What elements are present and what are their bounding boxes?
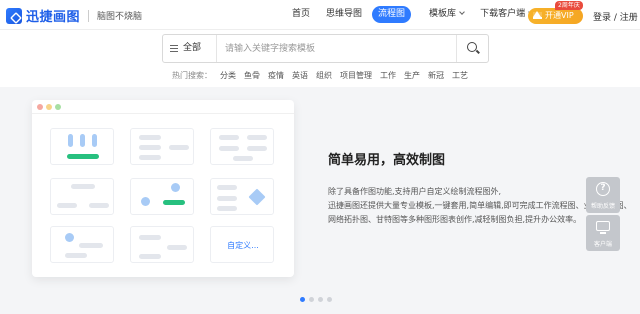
carousel-dot[interactable] — [309, 297, 314, 302]
help-feedback-button[interactable]: ? 帮助反馈 — [586, 177, 620, 213]
search-scope-select[interactable]: 全部 — [163, 35, 217, 62]
template-illustration: 自定义... — [32, 100, 294, 277]
search-box: 全部 — [162, 34, 489, 63]
nav-templates-label: 模板库 — [429, 9, 457, 19]
crown-icon — [533, 11, 542, 19]
brand-name: 迅捷画图 — [26, 10, 81, 25]
monitor-icon — [596, 221, 610, 234]
carousel-dot[interactable] — [327, 297, 332, 302]
nav-mindmap-label: 思维导图 — [326, 9, 363, 19]
brand-slogan: 脑图不烧脑 — [97, 12, 143, 22]
template-thumbnail — [50, 128, 114, 165]
carousel-pagination — [300, 297, 336, 302]
menu-icon — [170, 45, 178, 46]
hot-tag[interactable]: 组织 — [316, 70, 332, 81]
feature-description-line: 除了具备作图功能,支持用户自定义绘制流程图外, — [328, 187, 502, 196]
nav-home[interactable]: 首页 — [286, 6, 316, 23]
window-dot — [46, 104, 52, 110]
hot-tag[interactable]: 项目管理 — [340, 70, 372, 81]
hot-tag[interactable]: 新冠 — [428, 70, 444, 81]
hot-tag[interactable]: 生产 — [404, 70, 420, 81]
custom-template-tile: 自定义... — [210, 226, 274, 263]
nav-download-label: 下载客户端 — [480, 9, 526, 19]
template-thumbnail — [50, 178, 114, 215]
carousel-dot[interactable] — [318, 297, 323, 302]
template-thumbnail — [130, 128, 194, 165]
hot-tag[interactable]: 英语 — [292, 70, 308, 81]
search-section: 全部 热门搜索： 分类 鱼骨 疫情 英语 组织 项目管理 工作 生产 新冠 工艺 — [0, 30, 640, 87]
chevron-down-icon — [459, 9, 465, 15]
hot-tag[interactable]: 疫情 — [268, 70, 284, 81]
search-icon — [467, 42, 477, 52]
hot-searches: 热门搜索： 分类 鱼骨 疫情 英语 组织 项目管理 工作 生产 新冠 工艺 — [172, 70, 476, 81]
brand-logo[interactable]: 迅捷画图 脑图不烧脑 — [6, 6, 142, 25]
carousel-dot[interactable] — [300, 297, 305, 302]
search-scope-label: 全部 — [183, 43, 202, 53]
search-button[interactable] — [456, 35, 488, 62]
feature-description-line: 网络拓扑图、甘特图等多种图形图表创作,减轻制图负担,提升办公效率。 — [328, 215, 582, 224]
nav-templates[interactable]: 模板库 — [423, 6, 470, 23]
top-navbar: 迅捷画图 脑图不烧脑 首页 思维导图 流程图 模板库 下载客户端 开通VIP 2… — [0, 0, 640, 30]
template-thumbnail — [130, 178, 194, 215]
vip-label: 开通VIP — [545, 11, 574, 20]
template-thumbnail — [50, 226, 114, 263]
open-vip-button[interactable]: 开通VIP — [528, 8, 583, 24]
help-feedback-label: 帮助反馈 — [590, 203, 615, 210]
nav-flowchart[interactable]: 流程图 — [372, 6, 412, 23]
template-thumbnail — [210, 128, 274, 165]
search-input[interactable] — [225, 35, 450, 62]
window-dot — [37, 104, 43, 110]
custom-template-label: 自定义... — [227, 241, 259, 250]
logo-divider — [88, 9, 90, 22]
window-dot — [55, 104, 61, 110]
nav-mindmap[interactable]: 思维导图 — [320, 6, 368, 23]
nav-home-label: 首页 — [292, 9, 311, 19]
nav-flowchart-label: 流程图 — [378, 9, 406, 19]
hot-tag[interactable]: 鱼骨 — [244, 70, 260, 81]
logo-icon — [6, 7, 22, 24]
hot-tag[interactable]: 分类 — [220, 70, 236, 81]
client-download-button[interactable]: 客户端 — [586, 215, 620, 251]
template-thumbnail — [210, 178, 274, 215]
hot-tag[interactable]: 工艺 — [452, 70, 468, 81]
template-thumbnail — [130, 226, 194, 263]
feature-headline: 简单易用，高效制图 — [328, 153, 446, 168]
anniversary-badge: 2周年庆 — [555, 1, 583, 10]
hot-searches-label: 热门搜索： — [172, 71, 212, 80]
main-nav: 首页 思维导图 流程图 模板库 下载客户端 — [286, 6, 543, 23]
hot-tag[interactable]: 工作 — [380, 70, 396, 81]
feature-description-line: 迅捷画图还提供大量专业模板,一键套用,简单编辑,即可完成工作流程图、业务流程图、 — [328, 201, 632, 210]
question-circle-icon: ? — [596, 182, 610, 196]
client-label: 客户端 — [593, 241, 612, 248]
login-register-link[interactable]: 登录 / 注册 — [593, 10, 638, 23]
window-titlebar — [32, 100, 294, 114]
